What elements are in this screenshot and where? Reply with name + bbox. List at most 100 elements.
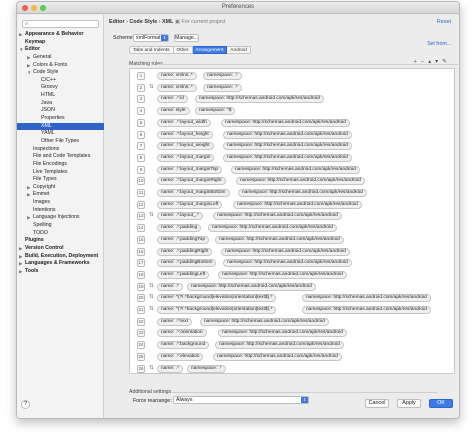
sidebar-item[interactable]: Spelling (17, 222, 104, 230)
tab-other[interactable]: Other (173, 46, 193, 54)
matching-rule-row[interactable]: 9 name: .*:layout_marginTop namespace: htt… (130, 165, 454, 175)
matching-rule-row[interactable]: 21 ⇅ name: ^(?!.*background|elevation|orie… (130, 305, 454, 315)
rule-name-token[interactable]: name: .*:layout_height (157, 130, 213, 139)
rule-namespace-token[interactable]: namespace: http://schemas.android.com/ap… (221, 118, 350, 127)
rule-namespace-token[interactable]: namespace: http://schemas.android.com/ap… (231, 165, 360, 174)
rule-namespace-token[interactable]: namespace: http://schemas.android.com/ap… (223, 259, 352, 268)
rule-namespace-token[interactable]: namespace: http://schemas.android.com/ap… (223, 130, 352, 139)
sort-order-icon[interactable]: ⇅ (149, 365, 154, 371)
matching-rule-row[interactable]: 16 name: .*:paddingRight namespace: http:/… (130, 247, 454, 257)
rule-name-token[interactable]: name: xmlns:.* (157, 83, 197, 92)
sidebar-item[interactable]: Inspections (17, 146, 104, 154)
rule-namespace-token[interactable]: namespace: http://schemas.android.com/ap… (195, 95, 324, 104)
rule-name-token[interactable]: name: .* (157, 282, 183, 291)
rule-namespace-token[interactable]: namespace: http://schemas.android.com/ap… (302, 294, 431, 303)
matching-rule-row[interactable]: 23 name: .*:orientation namespace: http://… (130, 328, 454, 338)
sidebar-item[interactable]: Other File Types (17, 138, 104, 146)
rule-name-token[interactable]: name: .*:orientation (157, 329, 207, 338)
sidebar-item[interactable]: ▶ General (17, 54, 104, 62)
matching-rule-row[interactable]: 20 ⇅ name: ^(?!.*background|elevation|orie… (130, 293, 454, 303)
sidebar-item[interactable]: ▶ Copyright (17, 184, 104, 192)
rule-namespace-token[interactable]: namespace: http://schemas.android.com/ap… (233, 200, 362, 209)
rule-name-token[interactable]: name: .*:layout_marginRight (157, 177, 226, 186)
rule-namespace-token[interactable]: namespace: http://schemas.android.com/ap… (302, 306, 431, 314)
rule-name-token[interactable]: name: xmlns:.* (157, 72, 197, 80)
rule-namespace-token[interactable]: namespace: http://schemas.android.com/ap… (223, 153, 352, 162)
rule-namespace-token[interactable]: namespace: http://schemas.android.com/ap… (208, 224, 337, 233)
matching-rule-row[interactable]: 13 ⇅ name: .*:layout_.* namespace: http://s… (130, 211, 454, 221)
set-from-link[interactable]: Set from... (427, 41, 451, 47)
matching-rule-row[interactable]: 18 name: .*:paddingLeft namespace: http://… (130, 270, 454, 280)
sidebar-item[interactable]: Keymap (17, 39, 104, 47)
expand-down-icon[interactable]: ▼ (19, 46, 23, 54)
rule-namespace-token[interactable]: namespace: http://schemas.android.com/ap… (236, 177, 365, 186)
expand-right-icon[interactable]: ▶ (27, 62, 30, 70)
matching-rule-row[interactable]: 22 name: .*:text namespace: http://schemas… (130, 317, 454, 327)
matching-rule-row[interactable]: 3 name: .*:id namespace: http://schemas.an… (130, 94, 454, 104)
rule-namespace-token[interactable]: namespace: .* (187, 364, 226, 373)
matching-rule-row[interactable]: 12 name: .*:layout_marginLeft namespace: h… (130, 200, 454, 210)
rule-name-token[interactable]: name: .*:layout_weight (157, 142, 214, 151)
tab-arrangement[interactable]: Arrangement (192, 46, 228, 54)
rule-name-token[interactable]: name: ^(?!.*background|elevation|orienta… (157, 306, 277, 314)
sidebar-item[interactable]: Java (17, 100, 104, 108)
rule-name-token[interactable]: name: .*:layout_marginTop (157, 165, 223, 174)
sort-order-icon[interactable]: ⇅ (149, 84, 154, 90)
rule-namespace-token[interactable]: namespace: http://schemas.android.com/ap… (221, 247, 350, 256)
sidebar-item[interactable]: Plugins (17, 237, 104, 245)
sidebar-item[interactable]: ▶ Languages & Frameworks (17, 260, 104, 268)
matching-rule-row[interactable]: 5 name: .*:layout_width namespace: http://… (130, 118, 454, 128)
sidebar-item[interactable]: Intentions (17, 207, 104, 215)
rule-name-token[interactable]: name: ^(?!.*background|elevation|orienta… (157, 294, 277, 303)
matching-rule-row[interactable]: 11 name: .*:layout_marginBottom namespace:… (130, 188, 454, 198)
rule-namespace-token[interactable]: namespace: http://schemas.android.com/ap… (218, 329, 347, 338)
settings-search-input[interactable] (32, 21, 96, 27)
rule-name-token[interactable]: name: .*:layout_margin (157, 153, 215, 162)
rule-name-token[interactable]: name: .*:elevation (157, 352, 204, 361)
matching-rule-row[interactable]: 8 name: .*:layout_margin namespace: http:/… (130, 153, 454, 163)
sidebar-item[interactable]: HTML (17, 92, 104, 100)
sidebar-item[interactable]: Images (17, 199, 104, 207)
expand-right-icon[interactable]: ▶ (27, 184, 30, 192)
add-rule-icon[interactable]: + (414, 59, 421, 65)
sidebar-item[interactable]: ▼ Editor (17, 46, 104, 54)
sidebar-item[interactable]: File Types (17, 176, 104, 184)
rule-namespace-token[interactable]: namespace: .* (203, 72, 242, 80)
expand-right-icon[interactable]: ▶ (27, 214, 30, 222)
sort-order-icon[interactable]: ⇅ (149, 294, 154, 300)
matching-rule-row[interactable]: 24 name: .*:background namespace: http://s… (130, 340, 454, 350)
rule-name-token[interactable]: name: .*:paddingRight (157, 247, 213, 256)
rule-namespace-token[interactable]: namespace: http://schemas.android.com/ap… (238, 189, 367, 197)
sort-order-icon[interactable]: ⇅ (149, 212, 154, 218)
sidebar-item[interactable]: ▶ Tools (17, 268, 104, 276)
expand-right-icon[interactable]: ▶ (19, 260, 22, 268)
rule-namespace-token[interactable]: namespace: http://schemas.android.com/ap… (187, 282, 316, 291)
rule-name-token[interactable]: name: .*:paddingTop (157, 235, 210, 244)
sidebar-item[interactable]: ▶ Emmet (17, 191, 104, 199)
expand-right-icon[interactable]: ▶ (19, 245, 22, 253)
scheme-select[interactable]: xmlFormat ⇕ (133, 34, 169, 42)
expand-right-icon[interactable]: ▶ (27, 191, 30, 199)
force-rearrange-select[interactable]: Always ⇕ (173, 396, 309, 404)
rule-name-token[interactable]: name: .* (157, 364, 183, 373)
tab-tabs-and-indents[interactable]: Tabs and Indents (129, 46, 174, 54)
rule-namespace-token[interactable]: namespace: http://schemas.android.com/ap… (215, 235, 344, 244)
matching-rule-row[interactable]: 19 ⇅ name: .* namespace: http://schemas.and… (130, 282, 454, 292)
settings-search[interactable]: ⌕ (22, 20, 99, 28)
ok-button[interactable]: OK (429, 399, 453, 408)
matching-rule-row[interactable]: 7 name: .*:layout_weight namespace: http:/… (130, 141, 454, 151)
rule-name-token[interactable]: name: .*:id (157, 95, 188, 104)
rule-namespace-token[interactable]: namespace: ^$ (195, 107, 236, 116)
sidebar-item[interactable]: File Encodings (17, 161, 104, 169)
rule-name-token[interactable]: name: .*:layout_marginLeft (157, 200, 223, 209)
rule-namespace-token[interactable]: namespace: http://schemas.android.com/ap… (200, 317, 329, 326)
rule-namespace-token[interactable]: namespace: http://schemas.android.com/ap… (218, 270, 347, 279)
sidebar-item[interactable]: YAML (17, 130, 104, 138)
matching-rule-row[interactable]: 2 ⇅ name: xmlns:.* namespace: .* (130, 83, 454, 93)
sidebar-item[interactable]: Groovy (17, 84, 104, 92)
sidebar-item[interactable]: XML (17, 122, 104, 131)
tab-android[interactable]: Android (227, 46, 251, 54)
rule-name-token[interactable]: name: .*:paddingBottom (157, 259, 217, 268)
sidebar-item[interactable]: JSON (17, 107, 104, 115)
edit-rule-icon[interactable]: ✎ (442, 59, 451, 65)
